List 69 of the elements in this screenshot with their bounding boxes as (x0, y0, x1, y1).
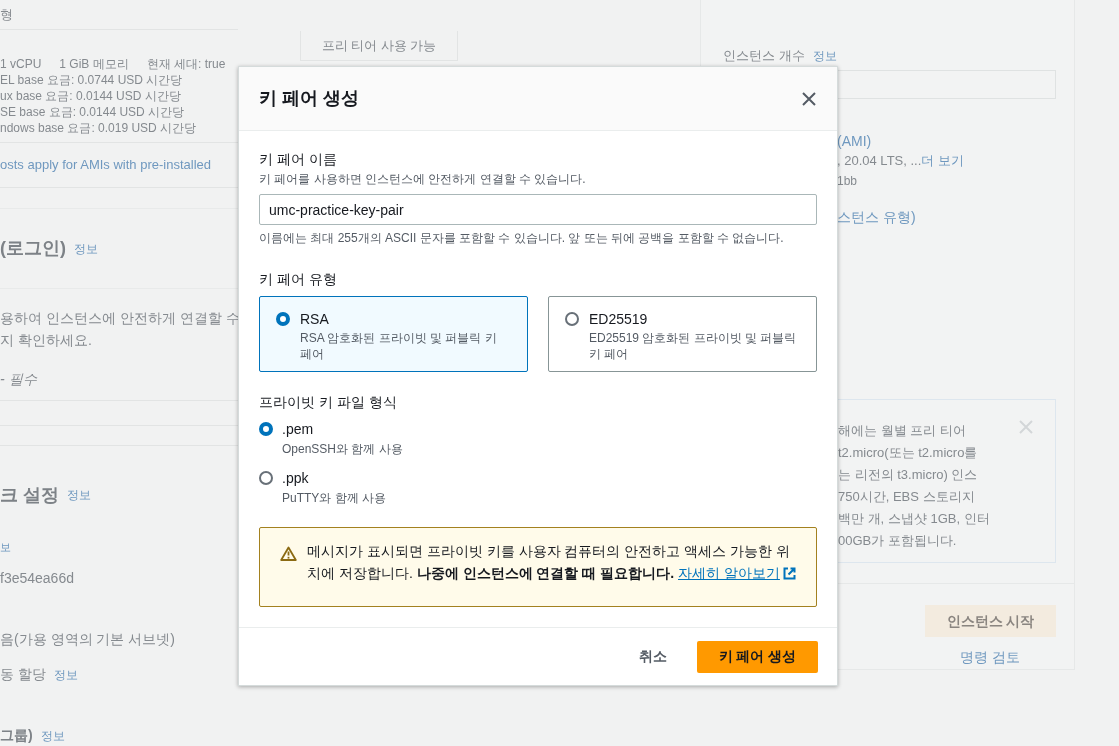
dialog-title: 키 페어 생성 (259, 87, 359, 110)
ami-cost-link[interactable]: osts apply for AMIs with pre-installed (0, 155, 211, 175)
info-link[interactable]: 정보 (40, 726, 65, 745)
option-description: OpenSSH와 함께 사용 (282, 441, 403, 458)
field-description: 키 페어를 사용하면 인스턴스에 안전하게 연결할 수 있습니다. (259, 171, 587, 188)
pricing-line: ux base 요금: 0.0144 USD 시간당 (0, 88, 182, 105)
info-link[interactable]: 보 (0, 540, 11, 553)
learn-more-link[interactable]: 자세히 알아보기 (678, 562, 796, 584)
section-heading: 크 설정 (0, 483, 59, 507)
description-text: 지 확인하세요. (0, 331, 93, 351)
pricing-line: SE base 요금: 0.0144 USD 시간당 (0, 104, 186, 121)
section-heading: (로그인) (0, 237, 66, 261)
alert-text-line: 00GB가 포함됩니다. (838, 532, 957, 551)
info-link[interactable]: 정보 (53, 665, 78, 684)
cancel-button[interactable]: 취소 (639, 646, 667, 667)
alert-text-line: 백만 개, 스냅샷 1GB, 인터 (838, 510, 990, 529)
field-label: 인스턴스 개수 (723, 47, 805, 65)
ami-link[interactable]: (AMI) (837, 131, 1074, 152)
ami-value: , 20.04 LTS, ... (837, 152, 922, 171)
free-tier-badge: 프리 티어 사용 가능 (300, 31, 458, 61)
instance-type-link[interactable]: 스턴스 유형) (837, 207, 1074, 228)
select-field[interactable] (0, 400, 238, 426)
alert-text-line: 해에는 월별 프리 티어 (838, 422, 966, 441)
subnet-value: 음(가용 영역의 기본 서브넷) (0, 631, 175, 647)
ami-id: 1bb (837, 173, 859, 191)
radio-button[interactable] (259, 471, 273, 485)
radio-button[interactable] (259, 422, 273, 436)
key-type-tile[interactable]: ED25519 ED25519 암호화된 프라이빗 및 퍼블릭 키 페어 (548, 296, 817, 372)
instance-spec: 현재 세대: true (146, 56, 226, 73)
vpc-value: f3e54ea66d (0, 570, 74, 586)
instance-count-field[interactable] (837, 69, 1056, 100)
close-icon[interactable] (801, 90, 817, 107)
field-label: 프라이빗 키 파일 형식 (259, 393, 398, 412)
option-description: PuTTY와 함께 사용 (282, 490, 386, 507)
key-type-tile[interactable]: RSA RSA 암호화된 프라이빗 및 퍼블릭 키 페어 (259, 296, 528, 372)
field-label: - 필수 (0, 371, 37, 388)
option-description: RSA 암호화된 프라이빗 및 퍼블릭 키 페어 (300, 330, 498, 362)
warning-icon (280, 546, 297, 561)
alert-text-line: t2.micro(또는 t2.micro를 (838, 444, 978, 463)
pricing-line: EL base 요금: 0.0744 USD 시간당 (0, 72, 184, 89)
alert-text-line: 는 리전의 t3.micro) 인스 (838, 466, 978, 485)
external-link-icon (782, 566, 796, 580)
review-commands-link[interactable]: 명령 검토 (960, 649, 1020, 665)
instance-spec: 1 GiB 메모리 (59, 56, 129, 73)
info-link[interactable]: 정보 (74, 239, 98, 258)
option-label: RSA (300, 310, 330, 329)
info-link[interactable]: 정보 (812, 46, 837, 65)
create-key-pair-button[interactable]: 키 페어 생성 (697, 640, 818, 673)
instance-spec: 1 vCPU (0, 56, 42, 73)
option-label: .ppk (282, 469, 310, 488)
pricing-line: ndows base 요금: 0.019 USD 시간당 (0, 120, 198, 137)
option-description: ED25519 암호화된 프라이빗 및 퍼블릭 키 페어 (589, 330, 798, 362)
alert-text-line: 750시간, EBS 스토리지 (838, 488, 975, 507)
info-link[interactable]: 정보 (67, 486, 91, 505)
more-link[interactable]: 더 보기 (921, 151, 964, 172)
field-label: 키 페어 유형 (259, 270, 338, 289)
radio-button[interactable] (565, 312, 579, 326)
field-label: 동 할당 (0, 665, 46, 684)
section-title: 형 (0, 5, 13, 24)
option-label: .pem (282, 420, 315, 439)
alert-message: 메시지가 표시되면 프라이빗 키를 사용자 컴퓨터의 안전하고 액세스 가능한 위치에 저장합니다. 나중에 인스턴스에 연결할 때 필요합니다. 자세히 알아보기 (307, 540, 796, 606)
key-pair-name-field[interactable]: umc-practice-key-pair (259, 194, 817, 225)
radio-button[interactable] (276, 312, 290, 326)
field-label: 키 페어 이름 (259, 150, 338, 169)
description-text: 용하여 인스턴스에 안전하게 연결할 수 (0, 309, 238, 329)
option-label: ED25519 (589, 310, 649, 329)
field-constraint: 이름에는 최대 255개의 ASCII 문자를 포함할 수 있습니다. 앞 또는 뒤에 공백을 포함할 수 없습니다. (259, 230, 785, 247)
launch-instance-button[interactable]: 인스턴스 시작 (925, 605, 1056, 637)
section-heading: 그룹) (0, 726, 33, 745)
